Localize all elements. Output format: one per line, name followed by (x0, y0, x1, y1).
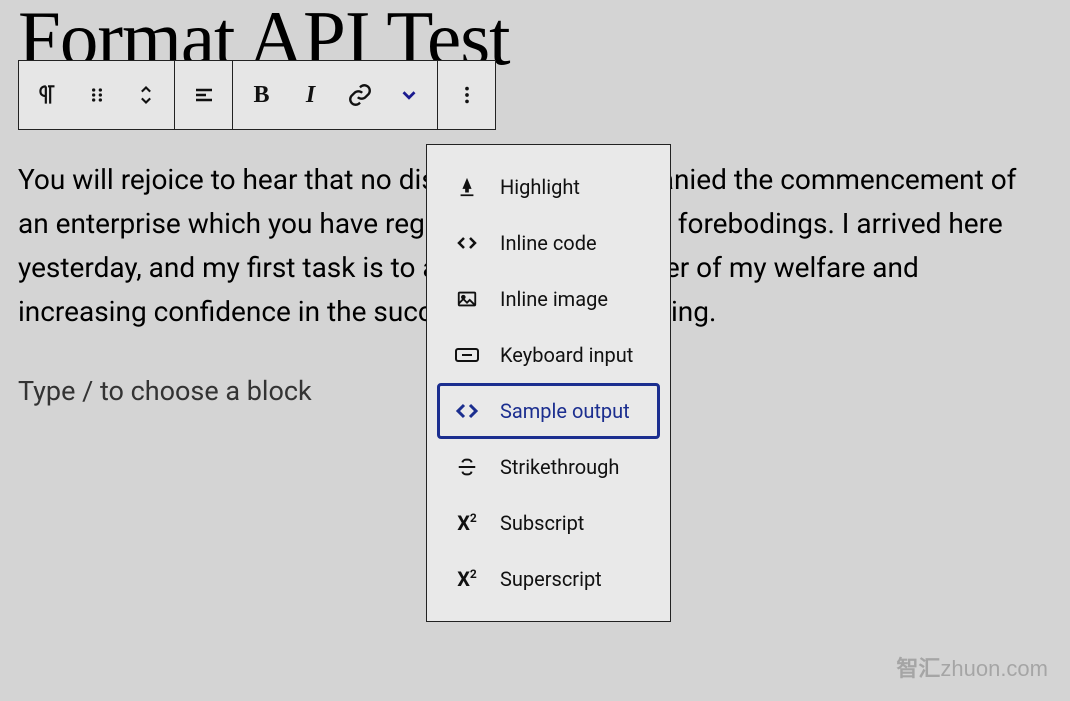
align-button[interactable] (179, 61, 228, 129)
format-item-keyboard-input[interactable]: Keyboard input (437, 327, 660, 383)
drag-handle-button[interactable] (72, 61, 121, 129)
format-item-label: Sample output (500, 399, 630, 423)
watermark-en: zhuon.com (940, 656, 1048, 681)
align-left-icon (192, 83, 216, 107)
inline-code-icon (452, 231, 482, 255)
sample-output-icon (452, 399, 482, 423)
more-formats-button[interactable] (384, 61, 433, 129)
superscript-icon: X2 (452, 567, 482, 591)
block-type-button[interactable] (23, 61, 72, 129)
bold-icon: B (253, 82, 269, 109)
inline-image-icon (452, 288, 482, 310)
format-item-highlight[interactable]: Highlight (437, 159, 660, 215)
keyboard-input-icon (452, 345, 482, 365)
link-icon (347, 82, 373, 108)
move-up-down-icon (136, 83, 156, 107)
watermark: 智汇zhuon.com (896, 651, 1048, 683)
chevron-down-icon (398, 84, 420, 106)
format-item-strikethrough[interactable]: Strikethrough (437, 439, 660, 495)
move-button[interactable] (121, 61, 170, 129)
italic-icon: I (306, 82, 315, 109)
format-item-superscript[interactable]: X2 Superscript (437, 551, 660, 607)
drag-handle-icon (87, 85, 107, 105)
toolbar-group-format: B I (233, 61, 438, 129)
format-item-label: Keyboard input (500, 343, 633, 367)
more-formats-dropdown: Highlight Inline code Inline image Keybo… (426, 144, 671, 622)
link-button[interactable] (335, 61, 384, 129)
toolbar-group-block (19, 61, 175, 129)
highlight-icon (452, 176, 482, 198)
format-item-label: Strikethrough (500, 455, 619, 479)
format-item-label: Inline image (500, 287, 608, 311)
block-toolbar: B I (18, 60, 496, 130)
subscript-icon: X2 (452, 511, 482, 535)
format-item-label: Highlight (500, 175, 580, 199)
toolbar-group-options (438, 61, 495, 129)
format-item-label: Inline code (500, 231, 597, 255)
format-item-label: Superscript (500, 567, 602, 591)
paragraph-icon (35, 82, 61, 108)
format-item-inline-image[interactable]: Inline image (437, 271, 660, 327)
more-vertical-icon (456, 84, 478, 106)
italic-button[interactable]: I (286, 61, 335, 129)
toolbar-group-align (175, 61, 233, 129)
format-item-subscript[interactable]: X2 Subscript (437, 495, 660, 551)
format-item-sample-output[interactable]: Sample output (437, 383, 660, 439)
block-options-button[interactable] (442, 61, 491, 129)
block-placeholder[interactable]: Type / to choose a block (18, 375, 312, 407)
watermark-zh: 智汇 (896, 656, 940, 681)
strikethrough-icon (452, 456, 482, 478)
format-item-inline-code[interactable]: Inline code (437, 215, 660, 271)
format-item-label: Subscript (500, 511, 584, 535)
bold-button[interactable]: B (237, 61, 286, 129)
